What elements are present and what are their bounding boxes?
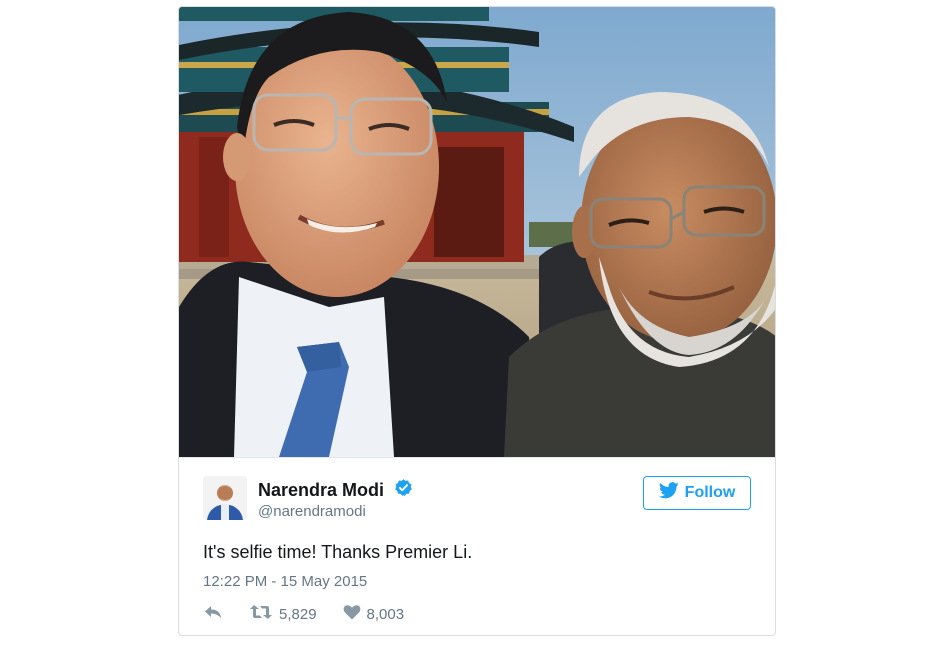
tweet-actions: 5,829 8,003 <box>203 604 404 624</box>
embedded-tweet-card: Narendra Modi @narendramodi Follow It's … <box>178 6 776 636</box>
like-button[interactable]: 8,003 <box>343 604 405 624</box>
tweet-photo[interactable] <box>179 7 775 457</box>
author-name[interactable]: Narendra Modi <box>258 478 413 502</box>
twitter-bird-icon <box>658 482 679 504</box>
follow-button[interactable]: Follow <box>643 476 751 510</box>
reply-icon <box>203 604 223 624</box>
like-count: 8,003 <box>366 605 405 623</box>
tweet-timestamp[interactable]: 12:22 PM - 15 May 2015 <box>203 573 367 590</box>
heart-icon <box>343 604 361 624</box>
retweet-count: 5,829 <box>279 605 317 623</box>
verified-badge-icon <box>394 478 413 502</box>
reply-button[interactable] <box>203 604 223 624</box>
author-name-text: Narendra Modi <box>258 480 385 500</box>
selfie-image <box>179 7 775 457</box>
retweet-icon <box>249 604 273 624</box>
author-avatar[interactable] <box>203 476 247 520</box>
retweet-button[interactable]: 5,829 <box>249 604 317 624</box>
avatar-image <box>203 476 247 520</box>
follow-button-label: Follow <box>684 484 736 501</box>
author-handle[interactable]: @narendramodi <box>258 503 366 520</box>
tweet-body: Narendra Modi @narendramodi Follow It's … <box>179 457 775 635</box>
tweet-text: It's selfie time! Thanks Premier Li. <box>203 542 473 562</box>
